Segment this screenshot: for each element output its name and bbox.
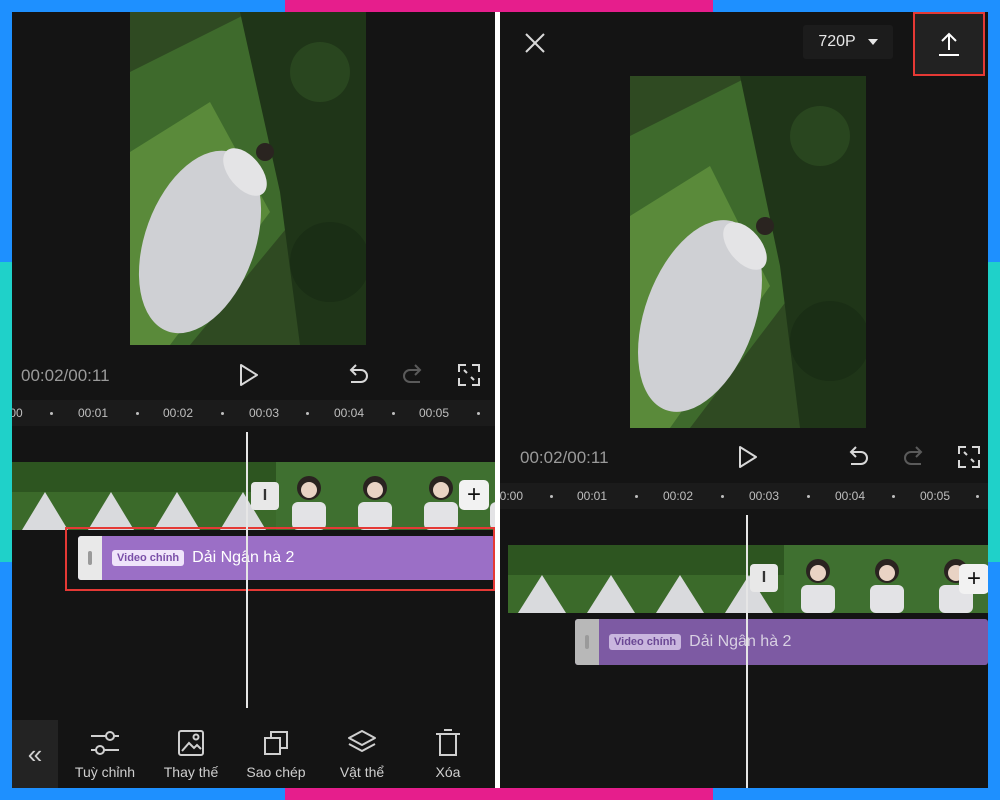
replace-image-icon (178, 730, 204, 756)
playback-timecode: 00:02/00:11 (520, 448, 609, 467)
export-button[interactable] (913, 12, 985, 76)
ruler-dot (136, 412, 139, 415)
video-thumbnail (853, 545, 922, 613)
undo-icon (349, 364, 368, 383)
caret-down-icon (867, 39, 878, 45)
fullscreen-button[interactable] (954, 442, 984, 472)
editor-screen-right: 720P 00:02/00:11 00:00 00:01 (500, 12, 988, 788)
ruler-dot (221, 412, 224, 415)
split-marker-icon[interactable]: I (750, 564, 778, 592)
ruler-dot (50, 412, 53, 415)
play-button[interactable] (234, 360, 264, 390)
ruler-dot (976, 495, 979, 498)
ruler-tick: 00:00 (500, 489, 524, 503)
resolution-dropdown[interactable]: 720P (803, 25, 893, 59)
ruler-tick: 00:03 (748, 489, 780, 503)
tool-adjust[interactable]: Tuỳ chỉnh (65, 726, 145, 780)
video-thumbnail (646, 545, 715, 613)
bottom-toolbar: « Tuỳ chỉnh Thay thế Sao chép Vật thể Xó… (12, 720, 495, 788)
split-marker-icon[interactable]: I (251, 482, 279, 510)
tool-label: Thay thế (163, 764, 219, 780)
video-thumbnail (78, 462, 144, 530)
fullscreen-icon (958, 446, 980, 468)
redo-icon (904, 446, 923, 465)
playback-timecode: 00:02/00:11 (21, 366, 110, 385)
video-preview (130, 12, 366, 345)
ruler-tick: 00:02 (162, 406, 194, 420)
video-preview (630, 76, 866, 428)
tool-copy[interactable]: Sao chép (236, 726, 316, 780)
play-button[interactable] (733, 442, 763, 472)
copy-icon (264, 731, 288, 755)
tool-label: Vật thể (339, 764, 385, 780)
highlight-box (65, 527, 495, 591)
ruler-dot (807, 495, 810, 498)
play-icon (739, 446, 757, 468)
redo-icon (403, 364, 422, 383)
video-thumbnail (144, 462, 210, 530)
video-thumbnail (276, 462, 342, 530)
redo-button[interactable] (398, 360, 428, 390)
frame-right-teal (988, 262, 1000, 562)
video-thumbnail (577, 545, 646, 613)
ruler-dot (392, 412, 395, 415)
upload-icon (939, 32, 959, 56)
ruler-dot (477, 412, 480, 415)
layers-icon (348, 730, 376, 752)
editor-screen-left: 00:02/00:11 00 00:01 00:02 00:03 00:04 0… (12, 12, 495, 788)
ruler-tick: 00:04 (333, 406, 365, 420)
audio-trim-handle[interactable] (575, 619, 599, 665)
play-icon (240, 364, 258, 386)
close-button[interactable] (520, 28, 550, 58)
ruler-dot (892, 495, 895, 498)
ruler-tick: 00:04 (834, 489, 866, 503)
add-clip-button[interactable]: + (959, 564, 988, 594)
ruler-tick: 00:01 (77, 406, 109, 420)
sliders-icon (91, 731, 119, 755)
undo-button[interactable] (843, 442, 873, 472)
double-chevron-left-icon: « (27, 738, 43, 769)
ruler-dot (306, 412, 309, 415)
back-button[interactable]: « (12, 720, 58, 788)
frame-bottom-pink (285, 788, 713, 800)
video-thumbnail (342, 462, 408, 530)
audio-title: Dải Ngân hà 2 (689, 633, 792, 650)
video-thumbnail (12, 462, 78, 530)
add-clip-button[interactable]: + (459, 480, 489, 510)
timeline-ruler[interactable]: 00:00 00:01 00:02 00:03 00:04 00:05 (500, 483, 988, 509)
ruler-tick: 00:02 (662, 489, 694, 503)
undo-icon (849, 446, 868, 465)
tool-object[interactable]: Vật thể (322, 726, 402, 780)
close-icon (525, 33, 545, 53)
tool-replace[interactable]: Thay thế (151, 726, 231, 780)
ruler-tick: 00:03 (248, 406, 280, 420)
tool-label: Sao chép (246, 764, 306, 780)
fullscreen-icon (458, 364, 480, 386)
ruler-tick: 00:01 (576, 489, 608, 503)
ruler-tick: 00:05 (919, 489, 951, 503)
playhead[interactable] (746, 515, 748, 788)
ruler-dot (721, 495, 724, 498)
trash-icon (436, 729, 460, 756)
audio-badge: Video chính (609, 634, 682, 650)
frame-left-teal (0, 262, 12, 562)
ruler-dot (550, 495, 553, 498)
audio-track[interactable]: Video chính Dải Ngân hà 2 (575, 619, 988, 665)
fullscreen-button[interactable] (454, 360, 484, 390)
ruler-dot (635, 495, 638, 498)
resolution-value: 720P (818, 33, 856, 50)
tool-delete[interactable]: Xóa (408, 726, 488, 780)
playhead[interactable] (246, 432, 248, 708)
video-thumbnail (784, 545, 853, 613)
video-thumbnail (508, 545, 577, 613)
ruler-tick: 00 (12, 406, 23, 420)
tool-label: Tuỳ chỉnh (74, 764, 136, 780)
ruler-tick: 00:05 (418, 406, 450, 420)
undo-button[interactable] (343, 360, 373, 390)
frame-top-pink (285, 0, 713, 12)
tool-label: Xóa (435, 764, 461, 780)
timeline-ruler[interactable]: 00 00:01 00:02 00:03 00:04 00:05 (12, 400, 495, 426)
video-clip-strip[interactable] (508, 545, 988, 613)
redo-button[interactable] (899, 442, 929, 472)
